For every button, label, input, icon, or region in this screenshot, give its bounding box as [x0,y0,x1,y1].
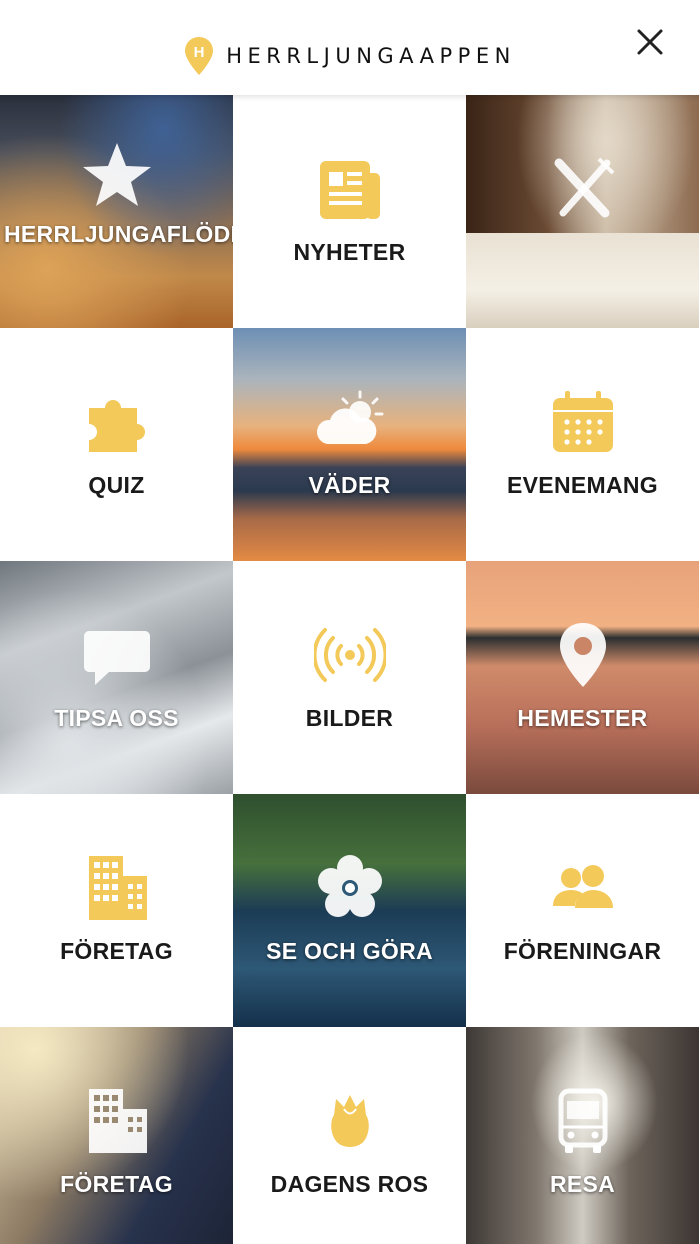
tile-label: FÖRETAG [60,1171,173,1197]
tile-tipsa-oss[interactable]: TIPSA OSS [0,561,233,794]
tile-label: FÖRETAG [60,938,173,964]
buildings-icon [88,856,147,920]
tile-label: HEMESTER [517,705,648,731]
close-button[interactable] [630,22,670,62]
tile-se-och-gora[interactable]: SE OCH GÖRA [233,794,466,1027]
newspaper-icon [319,161,380,219]
weather-icon [316,390,383,444]
tile-evenemang[interactable]: EVENEMANG [466,328,699,561]
tile-foretag-2[interactable]: FÖRETAG [0,1027,233,1244]
tile-label: HERRLJUNGAFLÖDET [4,221,233,247]
tile-hemester[interactable]: HEMESTER [466,561,699,794]
tile-resa[interactable]: RESA [466,1027,699,1244]
tile-label: DAGENS ROS [270,1171,429,1197]
menu-grid: HERRLJUNGAFLÖDET NYHETER DAGENS LUNCH QU… [0,95,700,1244]
utensils-icon [554,157,614,218]
tile-herrljungafloedet[interactable]: HERRLJUNGAFLÖDET [0,95,233,328]
tile-label: TIPSA OSS [54,705,179,731]
tile-vader[interactable]: VÄDER [233,328,466,561]
rose-icon [330,1095,369,1147]
tile-bilder[interactable]: BILDER [233,561,466,794]
map-pin-icon [559,623,606,687]
flower-icon [317,855,382,917]
chat-bubble-icon [83,631,150,685]
broadcast-icon [313,628,386,682]
tile-dagens-ros[interactable]: DAGENS ROS [233,1027,466,1244]
app-title: HERRLJUNGAAPPEN [226,44,516,68]
app-brand: H HERRLJUNGAAPPEN [0,36,700,76]
tile-label: EVENEMANG [507,472,658,498]
tile-label: VÄDER [308,472,391,498]
buildings-icon [88,1089,147,1153]
tile-label: FÖRENINGAR [503,938,662,964]
tile-nyheter[interactable]: NYHETER [233,95,466,328]
tile-foreningar[interactable]: FÖRENINGAR [466,794,699,1027]
tile-label: SE OCH GÖRA [266,938,433,964]
star-icon [82,143,151,206]
location-logo-icon: H [185,37,214,75]
close-icon [637,29,663,55]
app-header: H HERRLJUNGAAPPEN [0,0,700,95]
tile-quiz[interactable]: QUIZ [0,328,233,561]
tile-label: QUIZ [88,472,145,498]
group-icon [552,865,613,908]
puzzle-icon [88,400,145,452]
tile-label: RESA [549,1171,616,1197]
tile-label: NYHETER [293,239,406,265]
tile-label: BILDER [305,705,394,731]
tile-label: DAGENS LUNCH [488,239,677,265]
calendar-icon [552,391,613,452]
tile-dagens-lunch[interactable]: DAGENS LUNCH [466,95,699,328]
bus-icon [558,1088,607,1153]
logo-letter: H [194,44,205,61]
tile-foretag[interactable]: FÖRETAG [0,794,233,1027]
